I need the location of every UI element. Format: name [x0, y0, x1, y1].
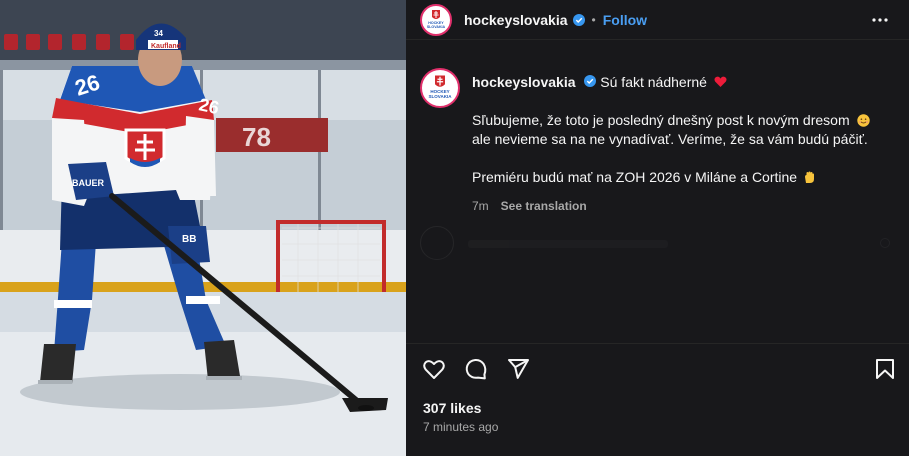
hockey-slovakia-logo-icon: HOCKEY SLOVAKIA [429, 75, 453, 99]
hockey-player-image: 78 26 26 BAUER BB Kaufland 34 [0, 0, 406, 456]
verified-badge-icon [584, 75, 597, 87]
likes-count[interactable]: 307 likes [423, 400, 481, 416]
logo-text-bottom: SLOVAKIA [429, 94, 453, 99]
caption-meta: 7m See translation [472, 197, 892, 216]
save-icon[interactable] [873, 357, 897, 386]
post-caption: HOCKEY SLOVAKIA hockeyslovakia Sú fakt n… [420, 68, 900, 216]
header-separator: • [591, 12, 596, 27]
caption-paragraph-2: Premiéru budú mať na ZOH 2026 v Miláne a… [472, 168, 892, 187]
post-header: HOCKEY SLOVAKIA hockeyslovakia • Follow [406, 0, 909, 40]
post-photo[interactable]: 78 26 26 BAUER BB Kaufland 34 [0, 0, 406, 456]
action-bar [422, 357, 897, 383]
more-options-icon[interactable] [871, 11, 889, 34]
caption-paragraph-1: Sľubujeme, že toto je posledný dnešný po… [472, 111, 892, 149]
jersey-number-shoulder: 26 [197, 94, 221, 118]
caption-username[interactable]: hockeyslovakia [472, 74, 576, 90]
verified-badge-icon [572, 13, 585, 26]
see-translation-link[interactable]: See translation [501, 197, 587, 216]
glove-brand: BAUER [72, 178, 105, 188]
comment-like-icon [880, 238, 890, 248]
caption-line-2: ale nevieme sa na ne vynadívať. Veríme, … [472, 131, 868, 147]
post-timestamp[interactable]: 7 minutes ago [423, 420, 498, 434]
caption-first-line: hockeyslovakia Sú fakt nádherné [472, 73, 892, 92]
caption-line-3: Premiéru budú mať na ZOH 2026 v Miláne a… [472, 169, 798, 185]
caption-body: hockeyslovakia Sú fakt nádherné Sľubujem… [472, 68, 892, 216]
header-username[interactable]: hockeyslovakia [464, 12, 568, 28]
hockey-slovakia-logo-icon: HOCKEY SLOVAKIA [427, 9, 446, 29]
hand-emoji-icon [801, 169, 815, 185]
comment-icon[interactable] [464, 357, 488, 386]
helmet-sponsor: Kaufland [151, 43, 181, 50]
like-icon[interactable] [422, 357, 446, 386]
heart-emoji-icon [711, 74, 727, 90]
follow-button[interactable]: Follow [603, 12, 647, 28]
post-age: 7m [472, 199, 489, 213]
post-panel: HOCKEY SLOVAKIA hockeyslovakia • Follow … [406, 0, 909, 456]
smiling-emoji-icon [854, 112, 870, 128]
logo-text-bottom: SLOVAKIA [427, 25, 446, 29]
caption-avatar[interactable]: HOCKEY SLOVAKIA [420, 68, 460, 108]
share-icon[interactable] [506, 357, 530, 386]
glove-brand-right: BB [182, 234, 196, 245]
comment-text-placeholder [468, 240, 668, 248]
helmet-number: 34 [154, 29, 163, 38]
scoreboard-digits: 78 [242, 122, 271, 152]
actions-divider [406, 343, 909, 344]
comment-placeholder [420, 226, 890, 266]
comment-avatar-placeholder [420, 226, 454, 260]
caption-intro-text: Sú fakt nádherné [600, 74, 707, 90]
profile-avatar[interactable]: HOCKEY SLOVAKIA [420, 3, 452, 36]
caption-line-1: Sľubujeme, že toto je posledný dnešný po… [472, 112, 850, 128]
